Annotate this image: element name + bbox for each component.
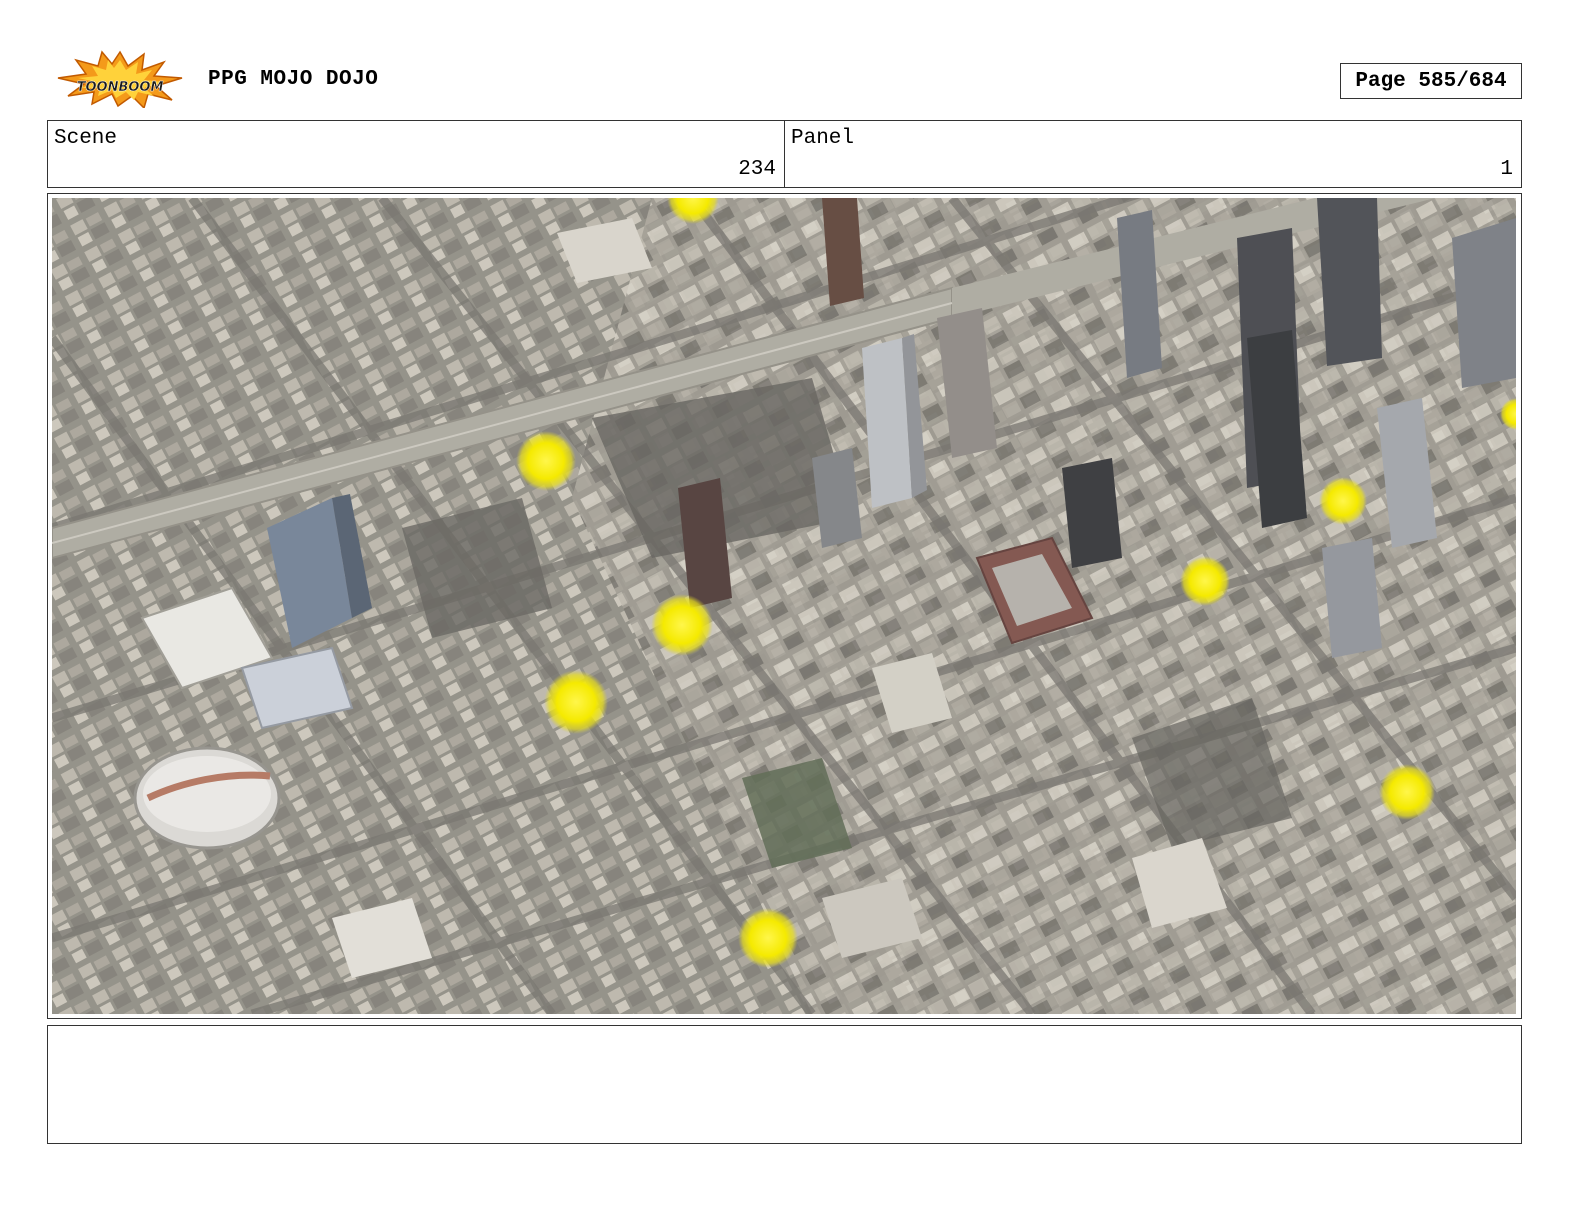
logo-text: TOONBOOM <box>77 80 164 95</box>
scene-value: 234 <box>738 158 776 181</box>
panel-label: Panel <box>791 127 855 150</box>
project-title: PPG MOJO DOJO <box>208 68 379 91</box>
map-marker <box>1379 764 1435 820</box>
page-number: Page 585/684 <box>1340 63 1522 99</box>
scene-panel-info: Scene 234 Panel 1 <box>47 120 1522 188</box>
panel-cell: Panel 1 <box>784 121 1521 187</box>
storyboard-panel <box>47 193 1522 1019</box>
panel-notes-box <box>47 1025 1522 1144</box>
scene-label: Scene <box>54 127 118 150</box>
map-marker <box>1319 477 1367 525</box>
map-marker <box>738 908 798 968</box>
toonboom-logo: TOONBOOM <box>52 50 188 110</box>
panel-value: 1 <box>1500 158 1513 181</box>
map-marker <box>516 431 576 491</box>
map-marker <box>651 594 713 656</box>
aerial-city-map-image <box>52 198 1516 1014</box>
map-marker <box>544 670 608 734</box>
scene-cell: Scene 234 <box>48 121 784 187</box>
map-marker <box>1180 556 1230 606</box>
